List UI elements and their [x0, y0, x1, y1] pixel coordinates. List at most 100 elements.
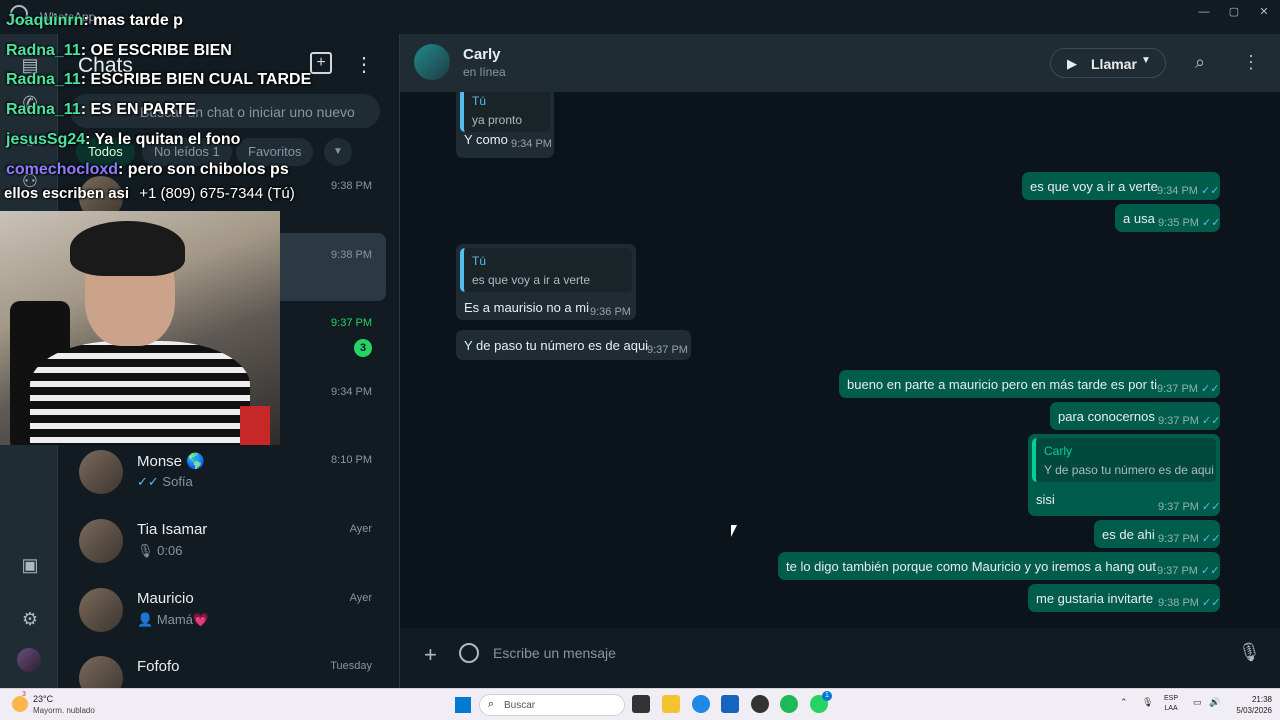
- message-bubble-outgoing[interactable]: a usa 9:35 PM ✓✓: [1115, 204, 1220, 232]
- message-bubble-outgoing[interactable]: Carly Y de paso tu número es de aqui sis…: [1028, 434, 1220, 516]
- new-chat-icon[interactable]: +: [310, 52, 332, 74]
- message-bubble-outgoing[interactable]: es que voy a ir a verte 9:34 PM ✓✓: [1022, 172, 1220, 200]
- message-text: Y como: [464, 132, 508, 147]
- store-icon[interactable]: [721, 695, 739, 713]
- filter-favorites[interactable]: Favoritos: [236, 138, 314, 166]
- time-value: 9:37 PM: [1157, 565, 1198, 577]
- message-time: 9:37 PM ✓✓: [1157, 382, 1219, 395]
- start-button-icon[interactable]: [455, 697, 471, 713]
- language-indicator[interactable]: ESP LAA: [1164, 694, 1178, 714]
- message-bubble-outgoing[interactable]: bueno en parte a mauricio pero en más ta…: [839, 370, 1220, 398]
- chat-name: Tia Isamar: [137, 521, 208, 538]
- weather-icon[interactable]: [12, 696, 28, 712]
- unread-badge: 3: [354, 339, 372, 357]
- profile-avatar[interactable]: [17, 648, 41, 672]
- task-view-icon[interactable]: [632, 695, 650, 713]
- message-text: te lo digo también porque como Mauricio …: [786, 559, 1156, 574]
- chat-preview-text: Mamá💗: [156, 612, 210, 627]
- message-bubble-outgoing[interactable]: es de ahi 9:37 PM ✓✓: [1094, 520, 1220, 548]
- chat-preview: ✓✓ Sofía: [137, 474, 193, 490]
- spotify-icon[interactable]: [780, 695, 798, 713]
- quoted-message[interactable]: Carly Y de paso tu número es de aqui: [1032, 438, 1216, 482]
- search-icon[interactable]: ⌕: [1195, 52, 1205, 73]
- sticker-emoji-icon[interactable]: [459, 643, 479, 663]
- status-icon[interactable]: ◌: [19, 130, 41, 152]
- maximize-button[interactable]: ▢: [1226, 4, 1242, 20]
- read-ticks-icon: ✓✓: [1201, 185, 1220, 197]
- chat-time: Ayer: [349, 523, 372, 535]
- chat-row-tia-isamar[interactable]: Tia Isamar 🎙 0:06 Ayer: [70, 507, 386, 575]
- minimize-button[interactable]: —: [1196, 4, 1212, 20]
- network-icon[interactable]: ▭: [1193, 697, 1202, 708]
- tray-chevron-icon[interactable]: ⌃: [1120, 697, 1128, 708]
- time-value: 9:37 PM: [1158, 415, 1199, 427]
- filter-all[interactable]: Todos: [76, 138, 135, 166]
- webcam-person-shirt: [30, 341, 250, 445]
- obs-icon[interactable]: [751, 695, 769, 713]
- conversation-menu-icon[interactable]: ⋮: [1242, 52, 1260, 73]
- conversation-header[interactable]: Carly en línea ▶ Llamar ▼ ⌕ ⋮: [400, 34, 1280, 92]
- chevron-down-icon[interactable]: ▼: [1141, 55, 1151, 66]
- conversation-panel: Carly en línea ▶ Llamar ▼ ⌕ ⋮ Tú ya pron…: [400, 34, 1280, 688]
- clock-date: 5/03/2026: [1236, 706, 1272, 715]
- calls-icon[interactable]: ✆: [19, 92, 41, 114]
- microphone-icon[interactable]: 🎙: [1238, 642, 1261, 663]
- volume-icon[interactable]: 🔊: [1209, 697, 1220, 708]
- message-time: 9:37 PM ✓✓: [1158, 500, 1220, 513]
- message-bubble-outgoing[interactable]: me gustaria invitarte 9:38 PM ✓✓: [1028, 584, 1220, 612]
- chat-search-input[interactable]: Buscar un chat o iniciar uno nuevo: [70, 94, 380, 128]
- message-text: sisi: [1036, 492, 1055, 507]
- communities-icon[interactable]: ⚇: [19, 170, 41, 192]
- chat-preview-text: Sofía: [162, 474, 193, 489]
- chat-avatar: [79, 588, 123, 632]
- sidebar-menu-icon[interactable]: ⋮: [354, 52, 374, 77]
- chats-icon[interactable]: ▤: [19, 54, 41, 76]
- chat-row-monse[interactable]: Monse 🌎 ✓✓ Sofía 8:10 PM: [70, 438, 386, 506]
- taskbar-clock[interactable]: 21:38 5/03/2026: [1226, 694, 1272, 716]
- file-explorer-icon[interactable]: [662, 695, 680, 713]
- call-label: Llamar: [1091, 56, 1137, 72]
- chat-row-fofofo[interactable]: Fofofo Tuesday: [70, 644, 386, 688]
- chat-name: Fofofo: [137, 658, 180, 675]
- media-icon[interactable]: ▣: [19, 554, 41, 576]
- read-ticks-icon: ✓✓: [1202, 597, 1221, 609]
- contact-avatar[interactable]: [414, 44, 450, 80]
- taskbar-search-placeholder: Buscar: [504, 700, 536, 711]
- weather-temp: 23°C: [33, 694, 54, 704]
- settings-icon[interactable]: ⚙: [19, 608, 41, 630]
- tray-mic-icon[interactable]: 🎙: [1142, 697, 1153, 708]
- message-text: a usa: [1123, 211, 1155, 226]
- quote-author: Tú: [472, 254, 487, 268]
- taskbar-search[interactable]: ⌕ Buscar: [479, 694, 625, 716]
- message-text: Es a maurisio no a mi: [464, 300, 589, 315]
- message-bubble-outgoing[interactable]: te lo digo también porque como Mauricio …: [778, 552, 1220, 580]
- title-bar: WhatsApp — ▢ ✕: [0, 0, 1280, 24]
- message-bubble-outgoing[interactable]: para conocernos 9:37 PM ✓✓: [1050, 402, 1220, 430]
- mouse-cursor-icon: [731, 525, 737, 537]
- chat-row-mauricio[interactable]: Mauricio 👤 Mamá💗 Ayer: [70, 576, 386, 644]
- attach-plus-icon[interactable]: +: [424, 642, 437, 668]
- quoted-message[interactable]: Tú ya pronto: [460, 92, 550, 132]
- message-bubble-incoming[interactable]: Tú es que voy a ir a verte Es a maurisio…: [456, 244, 636, 320]
- quote-text: ya pronto: [472, 113, 523, 127]
- message-time: 9:37 PM: [647, 344, 688, 356]
- microphone-icon: 🎙: [137, 543, 154, 558]
- edge-icon[interactable]: [692, 695, 710, 713]
- chat-preview: 🎙 0:06: [137, 543, 182, 559]
- chat-time: 8:10 PM: [331, 454, 372, 466]
- call-button[interactable]: ▶ Llamar ▼: [1050, 48, 1166, 78]
- time-value: 9:38 PM: [1158, 597, 1199, 609]
- search-icon: ⌕: [488, 698, 495, 710]
- message-time: 9:34 PM ✓✓: [1157, 184, 1219, 197]
- filter-more-chevron-icon[interactable]: ▼: [324, 138, 352, 166]
- message-text: es de ahi: [1102, 527, 1155, 542]
- quoted-message[interactable]: Tú es que voy a ir a verte: [460, 248, 632, 292]
- message-bubble-incoming[interactable]: Y de paso tu número es de aqui 9:37 PM: [456, 330, 691, 360]
- filter-unread[interactable]: No leídos 1: [142, 138, 232, 166]
- quote-author: Tú: [472, 94, 487, 108]
- contact-icon: 👤: [137, 612, 154, 627]
- chat-preview-text: 0:06: [157, 543, 183, 558]
- message-bubble-incoming[interactable]: Tú ya pronto Y como 9:34 PM: [456, 92, 554, 158]
- close-window-button[interactable]: ✕: [1256, 4, 1272, 20]
- message-input[interactable]: Escribe un mensaje: [493, 645, 616, 661]
